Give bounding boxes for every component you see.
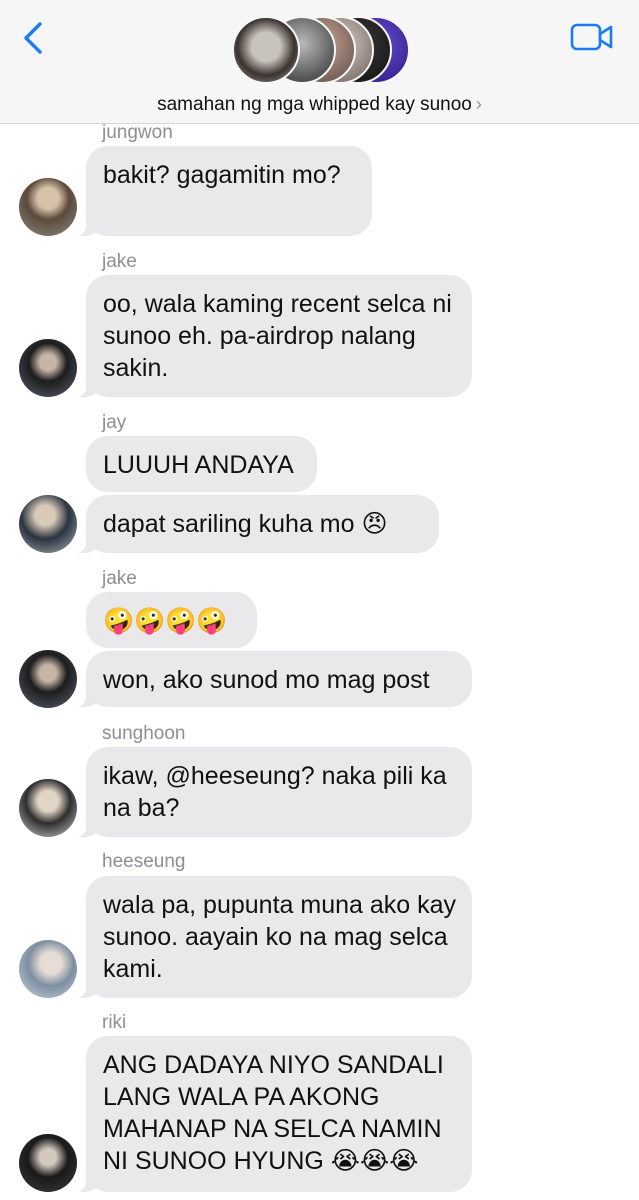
avatar[interactable] [19,779,77,837]
message-bubble[interactable]: wala pa, pupunta muna ako kay sunoo. aay… [76,876,472,998]
message-text: 🤪🤪🤪🤪 [103,607,228,635]
avatar[interactable] [19,940,77,998]
sender-name: jay [102,412,127,433]
group-name: samahan ng mga whipped kay sunoo [157,94,472,115]
message-bubble[interactable]: ANG DADAYA NIYO SANDALI LANG WALA PA AKO… [76,1036,472,1192]
video-camera-icon [570,23,613,51]
avatar[interactable] [19,650,77,708]
message-bubble[interactable]: dapat sariling kuha mo 😠 [76,495,439,553]
sender-name: sunghoon [102,723,186,744]
chevron-right-icon: › [475,94,482,114]
message-bubble[interactable]: oo, wala kaming recent selca ni sunoo eh… [76,275,472,397]
message-text: bakit? gagamitin mo? [103,161,341,189]
message-text: won, ako sunod mo mag post [103,666,430,694]
back-button[interactable] [18,20,50,56]
avatar[interactable] [19,1134,77,1192]
message-bubble[interactable]: ikaw, @heeseung? naka pili ka na ba? [76,747,472,837]
message-text: ikaw, @heeseung? naka pili ka na ba? [103,762,447,822]
sender-name: jungwon [102,122,173,143]
group-member-avatar [232,16,300,84]
chat-header: samahan ng mga whipped kay sunoo › [0,0,639,124]
message-text: dapat sariling kuha mo 😠 [103,510,388,538]
sender-name: jake [102,568,137,589]
avatar[interactable] [19,339,77,397]
group-name-button[interactable]: samahan ng mga whipped kay sunoo › [0,94,639,116]
sender-name: heeseung [102,851,186,872]
avatar[interactable] [19,178,77,236]
message-bubble[interactable]: bakit? gagamitin mo? [76,146,372,236]
message-bubble[interactable]: won, ako sunod mo mag post [76,651,472,707]
message-text: ANG DADAYA NIYO SANDALI LANG WALA PA AKO… [103,1051,444,1175]
message-bubble[interactable]: 🤪🤪🤪🤪 [86,592,257,648]
message-text: oo, wala kaming recent selca ni sunoo eh… [103,290,452,382]
sender-name: riki [102,1012,127,1033]
group-avatar-stack[interactable] [232,16,410,86]
facetime-button[interactable] [570,22,614,52]
message-text: LUUUH ANDAYA [103,451,294,479]
message-bubble[interactable]: LUUUH ANDAYA [86,436,317,492]
message-text: wala pa, pupunta muna ako kay sunoo. aay… [103,891,457,983]
avatar[interactable] [19,495,77,553]
chevron-left-icon [24,22,42,54]
sender-name: jake [102,251,137,272]
